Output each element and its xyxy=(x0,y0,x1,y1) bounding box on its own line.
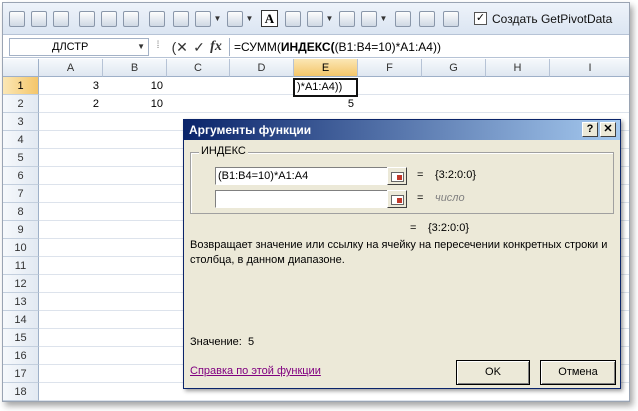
collapse-dialog-icon[interactable] xyxy=(387,167,407,185)
array-arg-input[interactable]: (B1:B4=10)*A1:A4 xyxy=(215,167,393,185)
row-header-13[interactable]: 13 xyxy=(3,293,39,311)
insert-function-button[interactable]: fx xyxy=(207,38,225,56)
undo-icon[interactable] xyxy=(195,11,211,27)
enter-check-icon[interactable]: ✓ xyxy=(190,38,208,56)
arg2-hint: число xyxy=(435,192,465,204)
help-button[interactable]: ? xyxy=(582,122,598,137)
cell-a2[interactable]: 2 xyxy=(39,95,103,113)
column-header-a[interactable]: A xyxy=(39,59,103,77)
row-header-12[interactable]: 12 xyxy=(3,275,39,293)
undo-dropdown-icon[interactable]: ▼ xyxy=(213,12,222,28)
align-icon[interactable] xyxy=(53,11,69,27)
row-header-9[interactable]: 9 xyxy=(3,221,39,239)
grid-icon[interactable] xyxy=(149,11,165,27)
new-sheet-icon[interactable] xyxy=(101,11,117,27)
chevron-down-icon[interactable]: ▼ xyxy=(137,39,145,55)
paint-icon[interactable] xyxy=(361,11,377,27)
arg1-equals: = xyxy=(417,169,424,181)
font-a-icon[interactable]: A xyxy=(261,10,278,27)
formula-bold-part: ИНДЕКС( xyxy=(280,40,335,54)
table-icon[interactable] xyxy=(419,11,435,27)
value-result: 5 xyxy=(247,336,255,348)
value-label: Значение: xyxy=(190,336,242,348)
page-icon[interactable] xyxy=(285,11,301,27)
excel-window: ▼ ▼ A ▼ ▼ ✓ Создать GetPivotData ДЛСТР ▼… xyxy=(2,2,630,402)
name-box[interactable]: ДЛСТР ▼ xyxy=(9,38,149,56)
column-header-e[interactable]: E xyxy=(294,59,358,77)
quick-access-toolbar: ▼ ▼ A ▼ ▼ ✓ Создать GetPivotData xyxy=(3,3,629,35)
column-header-i[interactable]: I xyxy=(550,59,629,77)
resize-dots-icon[interactable]: ⁞ xyxy=(152,38,164,56)
save-icon[interactable] xyxy=(173,11,189,27)
help-link[interactable]: Справка по этой функции xyxy=(190,365,321,377)
column-header-g[interactable]: G xyxy=(422,59,486,77)
column-header-d[interactable]: D xyxy=(230,59,294,77)
excel-icon[interactable] xyxy=(395,11,411,27)
row-header-14[interactable]: 14 xyxy=(3,311,39,329)
cell-e2[interactable]: 5 xyxy=(294,95,358,113)
getpivot-checkbox[interactable]: ✓ xyxy=(474,12,487,25)
function-description: Возвращает значение или ссылку на ячейку… xyxy=(190,239,608,266)
row-header-11[interactable]: 11 xyxy=(3,257,39,275)
row-header-1[interactable]: 1 xyxy=(3,77,39,95)
active-cell-e1[interactable]: )*A1:A4)) xyxy=(293,78,358,97)
function-arguments-dialog: Аргументы функции ? ✕ ИНДЕКС (B1:B4=10)*… xyxy=(183,119,621,389)
arg1-result: {3:2:0:0} xyxy=(435,169,476,181)
row-header-6[interactable]: 6 xyxy=(3,167,39,185)
row-header-16[interactable]: 16 xyxy=(3,347,39,365)
formula-bar: ДЛСТР ▼ ⁞ ( ✕ ✓ fx =СУММ(ИНДЕКС((B1:B4=1… xyxy=(3,36,629,58)
row-header-17[interactable]: 17 xyxy=(3,365,39,383)
lock-icon[interactable] xyxy=(79,11,95,27)
row-header-15[interactable]: 15 xyxy=(3,329,39,347)
close-button[interactable]: ✕ xyxy=(600,122,616,137)
arg2-equals: = xyxy=(417,192,424,204)
row-num-arg-input[interactable] xyxy=(215,190,393,208)
formula-suffix: (B1:B4=10)*A1:A4)) xyxy=(334,40,441,54)
paint-dropdown-icon[interactable]: ▼ xyxy=(379,12,388,28)
column-header-c[interactable]: C xyxy=(167,59,230,77)
column-header-f[interactable]: F xyxy=(358,59,422,77)
number-format-icon[interactable] xyxy=(9,11,25,27)
overall-result: {3:2:0:0} xyxy=(428,222,469,234)
sort-icon[interactable] xyxy=(339,11,355,27)
arguments-group: ИНДЕКС (B1:B4=10)*A1:A4 = {3:2:0:0} = чи… xyxy=(190,145,614,214)
select-all-corner[interactable] xyxy=(3,59,39,77)
filter-icon[interactable] xyxy=(307,11,323,27)
row-header-8[interactable]: 8 xyxy=(3,203,39,221)
formula-prefix: =СУММ( xyxy=(234,40,281,54)
row-header-19[interactable]: 19 xyxy=(3,401,39,402)
cell-a1[interactable]: 3 xyxy=(39,77,103,95)
redo-dropdown-icon[interactable]: ▼ xyxy=(245,12,254,28)
row-header-7[interactable]: 7 xyxy=(3,185,39,203)
cell-b2[interactable]: 10 xyxy=(103,95,167,113)
name-box-value: ДЛСТР xyxy=(52,41,89,53)
row-header-18[interactable]: 18 xyxy=(3,383,39,401)
cancel-icon[interactable]: ✕ xyxy=(173,38,191,56)
row-header-5[interactable]: 5 xyxy=(3,149,39,167)
value-row: Значение: 5 xyxy=(190,336,254,348)
function-name-label: ИНДЕКС xyxy=(199,145,248,157)
getpivot-label: Создать GetPivotData xyxy=(492,12,613,26)
result-equals: = xyxy=(410,222,417,234)
sheet-icon[interactable] xyxy=(123,11,139,27)
cell-b1[interactable]: 10 xyxy=(103,77,167,95)
row-header-4[interactable]: 4 xyxy=(3,131,39,149)
row-header-10[interactable]: 10 xyxy=(3,239,39,257)
redo-icon[interactable] xyxy=(227,11,243,27)
filter-dropdown-icon[interactable]: ▼ xyxy=(325,12,334,28)
column-header-b[interactable]: B xyxy=(103,59,167,77)
collapse-dialog-icon-2[interactable] xyxy=(387,190,407,208)
circle-icon[interactable] xyxy=(443,11,459,27)
dialog-title: Аргументы функции xyxy=(189,123,312,137)
formula-input[interactable]: =СУММ(ИНДЕКС((B1:B4=10)*A1:A4)) xyxy=(229,38,627,56)
dialog-titlebar[interactable]: Аргументы функции ? ✕ xyxy=(184,120,620,140)
cancel-button[interactable]: Отмена xyxy=(540,360,616,385)
column-header-h[interactable]: H xyxy=(486,59,550,77)
fill-icon[interactable] xyxy=(31,11,47,27)
row-header-3[interactable]: 3 xyxy=(3,113,39,131)
ok-button[interactable]: OK xyxy=(456,360,530,385)
row-header-2[interactable]: 2 xyxy=(3,95,39,113)
